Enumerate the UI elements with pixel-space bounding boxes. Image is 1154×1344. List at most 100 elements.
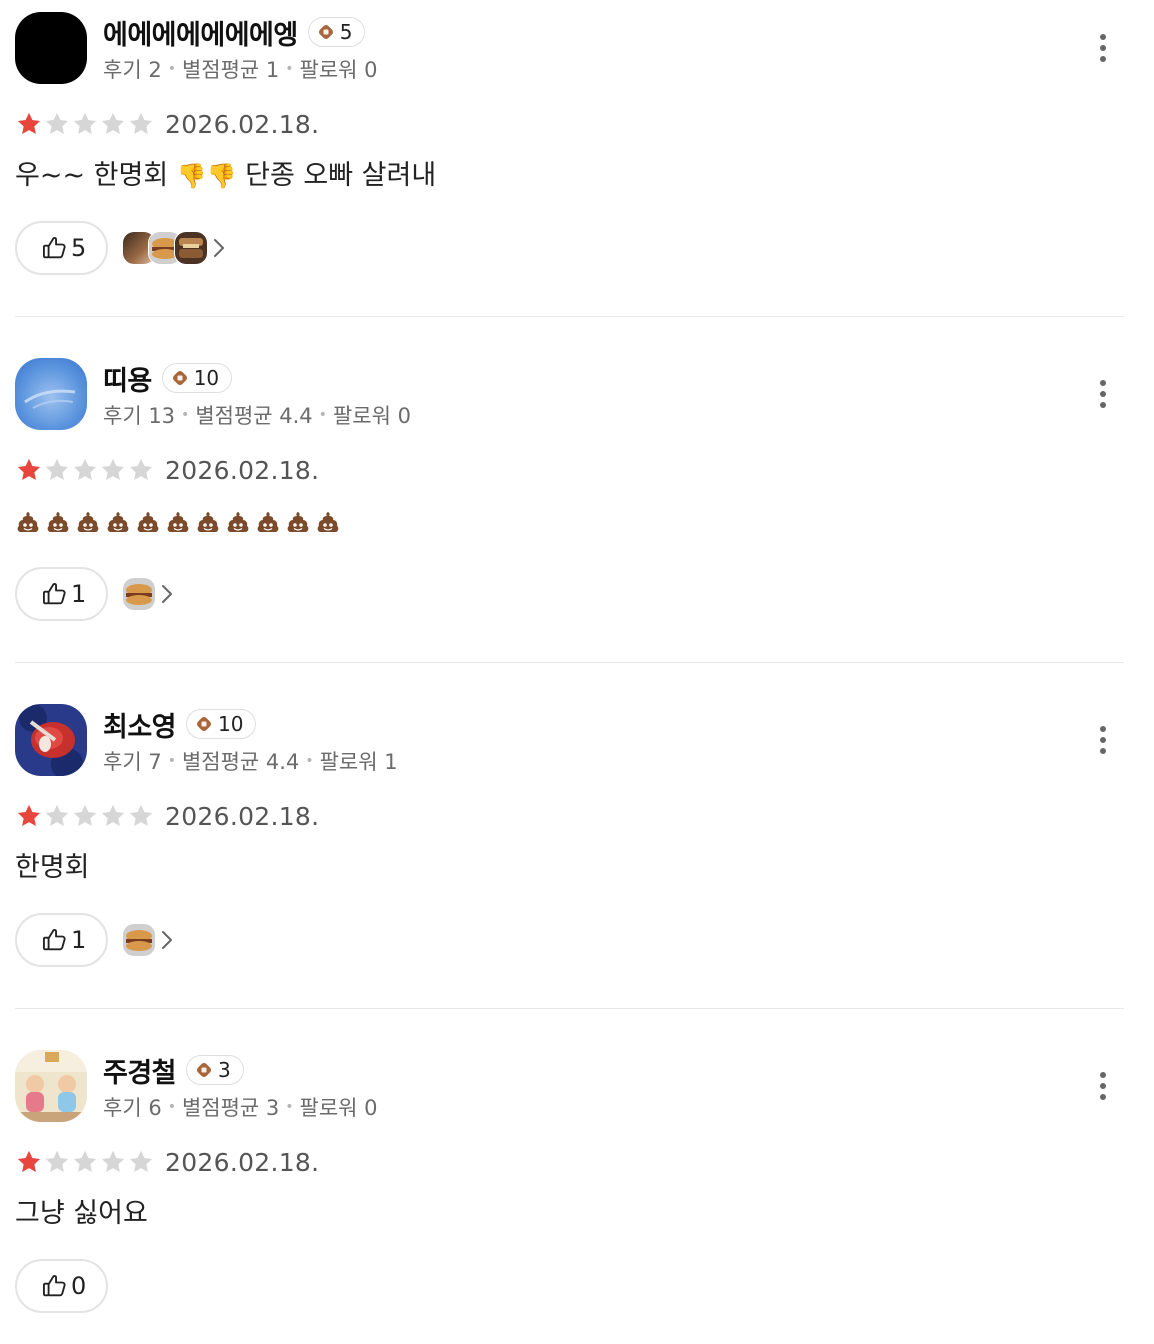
like-count: 1 [71, 926, 87, 954]
user-stats: 후기 7 • 별점평균 4.4 • 팔로워 1 [103, 746, 398, 776]
level-badge: 3 [186, 1055, 244, 1085]
thumbs-up-icon [42, 1275, 66, 1297]
rating-average: 별점평균 4.4 [195, 404, 313, 428]
user-name-row: 띠용 10 [103, 359, 233, 398]
star-icon [45, 112, 69, 135]
poop-emoji-icon [257, 512, 279, 532]
like-button[interactable]: 1 [15, 913, 109, 967]
rating-row: 2026.02.18. [15, 800, 319, 832]
more-options-button[interactable] [1087, 1066, 1119, 1106]
level-value: 10 [193, 366, 220, 390]
like-button[interactable]: 5 [15, 221, 109, 275]
more-options-button[interactable] [1087, 720, 1119, 760]
more-options-button[interactable] [1087, 28, 1119, 68]
likers-preview[interactable] [122, 231, 226, 265]
more-dot [1100, 45, 1106, 51]
more-dot [1100, 402, 1106, 408]
level-badge: 10 [186, 709, 257, 739]
review-count: 후기 2 [103, 58, 162, 82]
level-value: 10 [218, 712, 244, 736]
separator-dot: • [181, 407, 190, 423]
review-text-emoji: 👎👎 [176, 162, 237, 190]
separator-dot: • [305, 753, 314, 769]
divider [15, 316, 1124, 317]
likers-preview[interactable] [122, 923, 174, 957]
review-text: 그냥 싫어요 [15, 1198, 148, 1229]
level-badge-icon [172, 370, 187, 385]
user-name[interactable]: 띠용 [103, 359, 152, 398]
chevron-right-icon [162, 585, 173, 603]
liker-avatar [122, 923, 157, 957]
user-name[interactable]: 에에에에에에에엥 [103, 13, 298, 52]
like-count: 5 [71, 234, 87, 262]
like-button[interactable]: 0 [15, 1259, 109, 1313]
like-count: 1 [71, 580, 87, 608]
user-name[interactable]: 주경철 [103, 1051, 177, 1090]
user-name-row: 최소영 10 [103, 705, 257, 744]
review-actions: 1 [15, 912, 174, 968]
follower-count: 팔로워 0 [332, 404, 411, 428]
like-count: 0 [71, 1272, 87, 1300]
separator-dot: • [167, 61, 176, 77]
rating-row: 2026.02.18. [15, 1146, 319, 1178]
level-badge-icon [197, 716, 212, 731]
rating-average: 별점평균 3 [181, 1096, 280, 1120]
review-text: 💩💩💩💩💩💩💩💩💩💩💩 [15, 502, 345, 542]
review-text-suffix: 단종 오빠 살려내 [236, 160, 437, 191]
level-value: 3 [218, 1058, 231, 1082]
review-item: 띠용 10 후기 13 • 별점평균 4.4 • 팔로워 0 2026.02.1… [15, 358, 1124, 663]
star-icon [45, 804, 69, 827]
poop-emoji-icon [17, 512, 39, 532]
like-button[interactable]: 1 [15, 567, 109, 621]
more-vertical-icon [1100, 1072, 1106, 1078]
review-actions: 1 [15, 566, 174, 622]
review-count: 후기 6 [103, 1096, 162, 1120]
separator-dot: • [167, 753, 176, 769]
star-icon [45, 1150, 69, 1173]
star-icon [129, 458, 153, 481]
more-dot [1100, 748, 1106, 754]
star-icon [101, 112, 125, 135]
review-item: 최소영 10 후기 7 • 별점평균 4.4 • 팔로워 1 2026.02.1… [15, 704, 1124, 1009]
star-rating [15, 456, 155, 484]
review-text: 한명회 [15, 852, 90, 883]
divider [15, 662, 1124, 663]
liker-avatar [122, 577, 157, 611]
liker-avatar [174, 231, 209, 265]
avatar[interactable] [15, 358, 87, 430]
more-options-button[interactable] [1087, 374, 1119, 414]
follower-count: 팔로워 0 [299, 58, 378, 82]
star-icon [129, 112, 153, 135]
avatar[interactable] [15, 704, 87, 776]
thumbs-up-icon [42, 929, 66, 951]
review-text: 우~~ 한명회 👎👎 단종 오빠 살려내 [15, 156, 436, 196]
poop-emoji-icon [197, 512, 219, 532]
star-icon [17, 112, 41, 135]
avatar[interactable] [15, 12, 87, 84]
level-badge: 5 [307, 17, 366, 47]
separator-dot: • [167, 1099, 176, 1115]
poop-emoji-icon [167, 512, 189, 532]
review-text-prefix: 우~~ 한명회 [15, 160, 177, 191]
avatar[interactable] [15, 1050, 87, 1122]
user-name[interactable]: 최소영 [103, 705, 177, 744]
star-icon [17, 804, 41, 827]
more-dot [1100, 1083, 1106, 1089]
separator-dot: • [285, 61, 294, 77]
review-actions: 5 [15, 220, 226, 276]
star-rating [15, 110, 155, 138]
likers-preview[interactable] [122, 577, 174, 611]
review-actions: 0 [15, 1258, 109, 1314]
star-icon [73, 804, 97, 827]
star-icon [101, 458, 125, 481]
poop-emoji-icon [287, 512, 309, 532]
star-icon [101, 804, 125, 827]
poop-emoji-icon [107, 512, 129, 532]
chevron-right-icon [214, 239, 225, 257]
star-rating [15, 1148, 155, 1176]
user-name-row: 주경철 3 [103, 1051, 244, 1090]
thumbs-up-icon [42, 583, 66, 605]
star-icon [73, 1150, 97, 1173]
poop-emoji-icon [227, 512, 249, 532]
poop-emoji-icon [47, 512, 69, 532]
